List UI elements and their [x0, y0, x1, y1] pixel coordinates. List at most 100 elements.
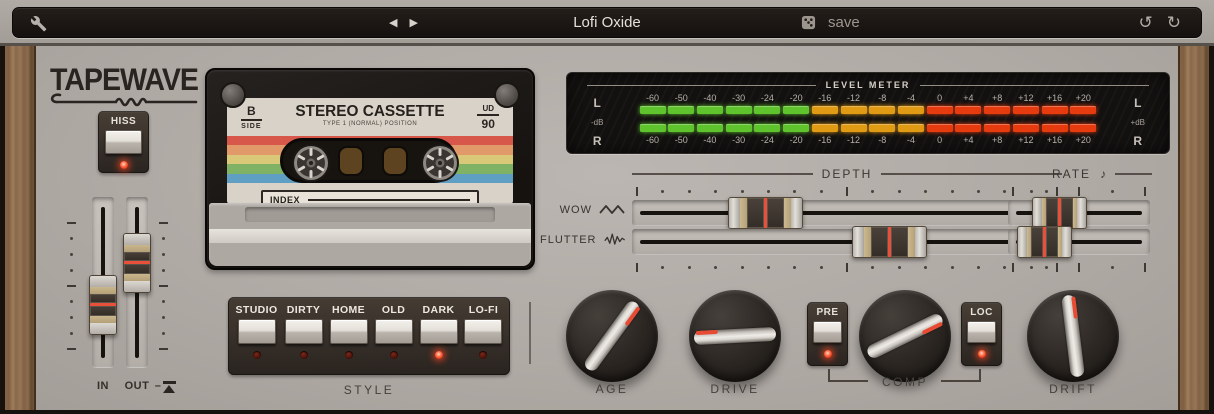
meter-right-db: +dB — [1131, 118, 1145, 127]
tick-mark — [1012, 263, 1014, 272]
flutter-rate-slider[interactable] — [1008, 229, 1150, 255]
meter-segment-right — [754, 124, 780, 132]
flutter-label: FLUTTER — [540, 234, 597, 246]
meter-scale-label: +20 — [1076, 135, 1091, 145]
output-fader-handle[interactable] — [123, 233, 151, 293]
tick-mark — [1045, 190, 1048, 193]
loc-button[interactable] — [967, 321, 996, 343]
meter-segment-left — [984, 106, 1010, 114]
meter-segment-right — [640, 124, 666, 132]
hiss-button[interactable] — [105, 130, 142, 154]
meter-scale-label: +20 — [1076, 93, 1091, 103]
tape-reel-left — [291, 143, 331, 183]
meter-scale-label: -4 — [907, 135, 915, 145]
pre-led — [824, 350, 832, 358]
style-button-dark[interactable] — [420, 319, 458, 344]
flutter-depth-slider[interactable] — [632, 229, 1062, 255]
style-button-label: DIRTY — [287, 304, 321, 316]
style-button-group-dark: DARK — [420, 297, 458, 375]
meter-segment-right — [783, 124, 809, 132]
style-button-studio[interactable] — [238, 319, 276, 344]
flutter-rate-handle[interactable] — [1017, 226, 1072, 258]
wow-rate-handle[interactable] — [1032, 197, 1087, 229]
drive-knob[interactable] — [689, 290, 781, 382]
tick-mark — [793, 190, 796, 193]
style-button-old[interactable] — [375, 319, 413, 344]
meter-right-R: R — [1133, 134, 1142, 148]
tick-mark — [1045, 266, 1048, 269]
tick-mark — [70, 253, 73, 256]
input-fader-handle[interactable] — [89, 275, 117, 335]
drive-label: DRIVE — [689, 382, 781, 396]
meter-column: +4+4 — [955, 93, 982, 151]
wow-depth-slider[interactable] — [632, 200, 1062, 226]
hiss-led — [120, 161, 128, 169]
meter-scale-label: +16 — [1047, 93, 1062, 103]
meter-column: -60-60 — [639, 93, 666, 151]
age-knob[interactable] — [566, 290, 658, 382]
tick-mark — [70, 332, 73, 335]
meter-column: -20-20 — [783, 93, 810, 151]
tick-mark — [1003, 190, 1006, 193]
tick-mark — [898, 266, 901, 269]
wow-depth-handle[interactable] — [728, 197, 803, 229]
meter-segment-left — [640, 106, 666, 114]
meter-segment-left — [783, 106, 809, 114]
style-button-group-old: OLD — [375, 297, 413, 375]
meter-scale-label: -60 — [646, 135, 659, 145]
random-dice-icon[interactable] — [801, 15, 816, 30]
in-fader-ticks — [66, 222, 76, 350]
input-fader[interactable] — [92, 197, 114, 368]
meter-scale-label: -20 — [790, 93, 803, 103]
meter-segment-left — [726, 106, 752, 114]
wow-rate-slider[interactable] — [1008, 200, 1150, 226]
meter-segment-right — [955, 124, 981, 132]
style-button-lo-fi[interactable] — [464, 319, 502, 344]
tick-mark — [636, 187, 638, 196]
meter-scale-label: -24 — [761, 135, 774, 145]
meter-scale-label: -4 — [907, 93, 915, 103]
undo-icon[interactable]: ↺ — [1139, 13, 1153, 33]
pre-button[interactable] — [813, 321, 842, 343]
style-button-group-studio: STUDIO — [235, 297, 277, 375]
style-button-home[interactable] — [330, 319, 368, 344]
tick-mark — [871, 266, 874, 269]
style-button-label: HOME — [332, 304, 365, 316]
meter-scale-label: +12 — [1018, 93, 1033, 103]
tick-mark — [714, 266, 717, 269]
cassette-title: STEREO CASSETTE — [233, 103, 508, 121]
prev-preset-button[interactable]: ◀ — [389, 16, 397, 29]
meter-segment-right — [984, 124, 1010, 132]
wood-panel-left — [0, 46, 36, 414]
style-button-group-lo-fi: LO-FI — [464, 297, 502, 375]
meter-segment-left — [812, 106, 838, 114]
comp-bracket-left — [828, 369, 868, 382]
tick-mark — [159, 222, 168, 224]
out-fader-ticks — [158, 222, 168, 350]
cassette-label: B SIDE STEREO CASSETTE TYPE 1 (NORMAL) P… — [227, 98, 513, 204]
pre-label: PRE — [816, 307, 838, 318]
tick-mark — [162, 332, 165, 335]
loc-switch-panel: LOC — [961, 302, 1002, 366]
tick-mark — [661, 190, 664, 193]
save-button[interactable]: save — [828, 14, 860, 31]
tape-slot — [382, 146, 408, 176]
tick-mark — [1111, 266, 1114, 269]
output-fader[interactable] — [126, 197, 148, 368]
redo-icon[interactable]: ↻ — [1167, 13, 1181, 33]
style-button-dirty[interactable] — [285, 319, 323, 344]
flutter-depth-handle[interactable] — [852, 226, 927, 258]
next-preset-button[interactable]: ▶ — [409, 16, 417, 29]
settings-wrench-icon[interactable] — [30, 15, 47, 32]
meter-left-R: R — [593, 134, 602, 148]
drift-knob[interactable] — [1027, 290, 1119, 382]
tick-mark — [767, 190, 770, 193]
style-button-group-home: HOME — [330, 297, 368, 375]
out-label: OUT — [119, 380, 155, 392]
tape-reel-right — [420, 143, 460, 183]
depth-ticks-top — [636, 186, 1058, 196]
tick-mark — [688, 266, 691, 269]
tape-window — [280, 138, 457, 183]
comp-knob[interactable] — [859, 290, 951, 382]
meter-segment-right — [841, 124, 867, 132]
